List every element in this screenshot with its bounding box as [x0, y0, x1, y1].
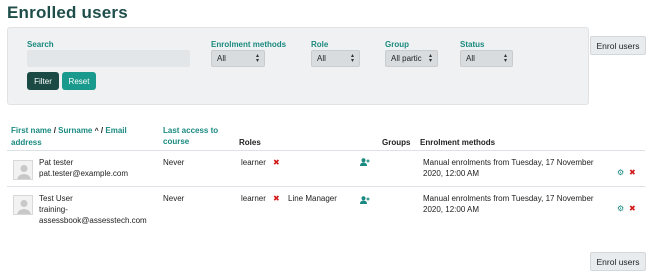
- status-select[interactable]: All ▴ ▾: [460, 50, 513, 67]
- unenrol-icon[interactable]: ✖: [629, 168, 636, 177]
- enrolment-methods-value: All: [217, 54, 226, 63]
- enrolment-method: Manual enrolments from Tuesday, 17 Novem…: [423, 158, 594, 178]
- select-caret-icon: ▴ ▾: [350, 53, 354, 64]
- user-email: pat.tester@example.com: [39, 169, 129, 178]
- group-value: All partic: [391, 54, 422, 63]
- status-value: All: [466, 54, 475, 63]
- status-label: Status: [460, 40, 485, 49]
- last-access: Never: [163, 158, 185, 167]
- page-title: Enrolled users: [7, 3, 128, 22]
- filter-panel: Search Enrolment methods All ▴ ▾ Role All…: [7, 27, 589, 105]
- add-to-group-icon[interactable]: [360, 196, 370, 206]
- enrolment-methods-label: Enrolment methods: [211, 40, 287, 49]
- user-email: training-assessbook@assesstech.com: [39, 205, 147, 225]
- gear-icon[interactable]: ⚙: [617, 168, 624, 177]
- filter-button[interactable]: Filter: [27, 72, 59, 90]
- select-caret-icon: ▴ ▾: [255, 53, 259, 64]
- sort-surname[interactable]: Surname: [58, 126, 92, 135]
- role-name: learner: [241, 194, 266, 203]
- add-to-group-icon[interactable]: [360, 158, 370, 168]
- avatar[interactable]: [13, 195, 33, 215]
- avatar[interactable]: [13, 160, 33, 180]
- name-column-header: First name / Surname ^ / Email address: [11, 126, 127, 147]
- sort-last-access[interactable]: Last access to course: [163, 125, 233, 147]
- role-name: learner: [241, 158, 266, 167]
- groups-column-header: Groups: [382, 138, 411, 147]
- remove-role-icon[interactable]: ✖: [273, 157, 280, 168]
- header-divider: [7, 150, 645, 151]
- user-name[interactable]: Test User: [39, 193, 73, 204]
- group-label: Group: [385, 40, 409, 49]
- enrol-users-button-top[interactable]: Enrol users: [590, 36, 646, 55]
- remove-role-icon[interactable]: ✖: [273, 193, 280, 204]
- gear-icon[interactable]: ⚙: [617, 204, 624, 213]
- role-label: Role: [311, 40, 329, 49]
- search-input[interactable]: [27, 50, 190, 67]
- group-select[interactable]: All partic ▴ ▾: [385, 50, 438, 67]
- role-select[interactable]: All ▴ ▾: [311, 50, 360, 67]
- enrol-users-button-bottom[interactable]: Enrol users: [590, 252, 646, 271]
- unenrol-icon[interactable]: ✖: [629, 204, 636, 213]
- last-access: Never: [163, 194, 185, 203]
- roles-column-header: Roles: [239, 138, 261, 147]
- user-name[interactable]: Pat tester: [39, 157, 73, 168]
- select-caret-icon: ▴ ▾: [428, 53, 432, 64]
- select-caret-icon: ▴ ▾: [503, 53, 507, 64]
- role-name: Line Manager: [288, 194, 337, 203]
- enrolment-methods-select[interactable]: All ▴ ▾: [211, 50, 265, 67]
- enrolment-method: Manual enrolments from Tuesday, 17 Novem…: [423, 194, 594, 214]
- row-divider: [7, 186, 645, 187]
- enrolment-methods-column-header: Enrolment methods: [420, 138, 496, 147]
- reset-button[interactable]: Reset: [62, 72, 96, 90]
- role-value: All: [317, 54, 326, 63]
- search-label: Search: [27, 40, 54, 49]
- sort-first-name[interactable]: First name: [11, 126, 51, 135]
